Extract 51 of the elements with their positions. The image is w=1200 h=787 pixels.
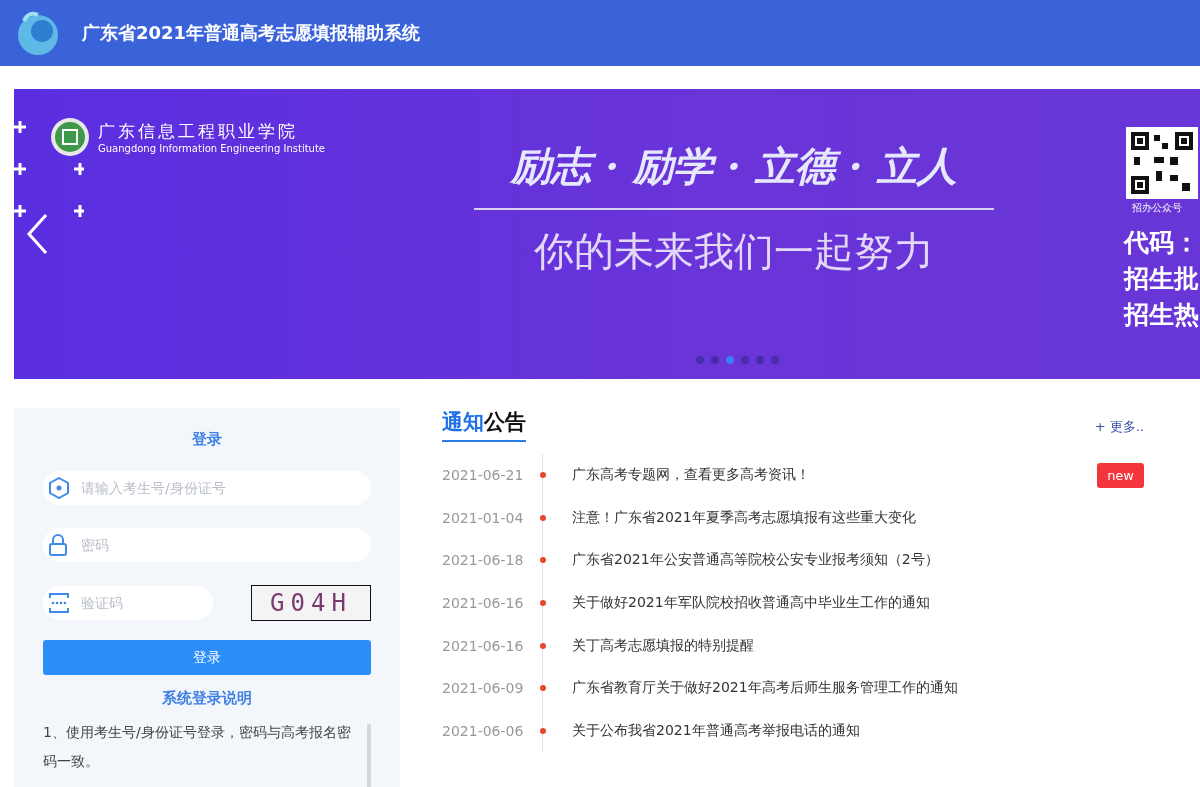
plus-pattern-icon (14, 119, 84, 219)
captcha-image[interactable]: G04H (251, 585, 371, 621)
slide-dot[interactable] (726, 356, 734, 364)
notice-date: 2021-06-21 (442, 467, 525, 484)
help-title: 系统登录说明 (162, 689, 252, 708)
notice-date: 2021-01-04 (442, 509, 525, 526)
timeline-dot (540, 642, 546, 649)
timeline-dot (540, 600, 546, 607)
timeline-dot (540, 472, 546, 479)
login-title: 登录 (192, 430, 222, 449)
input-field[interactable]: 密码 (43, 528, 371, 562)
notice-date: 2021-06-09 (442, 680, 525, 697)
timeline-dot (540, 514, 546, 521)
notice-link[interactable]: 广东高考专题网，查看更多高考资讯！ (572, 466, 1098, 485)
timeline-dot (540, 685, 546, 692)
timeline-dot (540, 727, 546, 734)
notice-date: 2021-06-16 (442, 595, 525, 612)
timeline-dot (540, 557, 546, 564)
notices-title: 通知公告 (442, 408, 526, 442)
banner-slogan: 励志 · 励学 · 立德 · 立人 (474, 139, 994, 210)
more-link[interactable]: + 更多.. (1094, 418, 1144, 436)
slide-dot[interactable] (756, 356, 764, 364)
notice-date: 2021-06-06 (442, 722, 525, 739)
system-title: 广东省2021年普通高考志愿填报辅助系统 (82, 21, 421, 45)
notice-date: 2021-06-16 (442, 637, 525, 654)
notice-link[interactable]: 关于做好2021年军队院校招收普通高中毕业生工作的通知 (572, 594, 1144, 613)
notice-link[interactable]: 广东省2021年公安普通高等院校公安专业报考须知（2号） (572, 551, 1144, 570)
input-field[interactable]: 请输入考生号/身份证号 (43, 471, 371, 505)
banner-subtitle: 你的未来我们一起努力 (534, 227, 934, 276)
qr-caption: 招办公众号 (1132, 201, 1182, 215)
banner-side-text: 招生批 (1124, 263, 1199, 295)
school-emblem-icon (50, 117, 90, 157)
slide-dot[interactable] (771, 356, 779, 364)
slide-dot[interactable] (696, 356, 704, 364)
banner-side-text: 招生热 (1124, 299, 1199, 331)
qr-code-icon (1126, 127, 1198, 199)
slide-dot[interactable] (711, 356, 719, 364)
school-name: 广东信息工程职业学院 (98, 120, 299, 143)
notice-date: 2021-06-18 (442, 552, 525, 569)
slide-dot[interactable] (741, 356, 749, 364)
notice-link[interactable]: 广东省教育厅关于做好2021年高考后师生服务管理工作的通知 (572, 679, 1144, 698)
scrollbar[interactable] (367, 724, 371, 787)
chevron-left-icon (26, 213, 48, 255)
school-name-english: Guangdong Information Engineering Institute (98, 143, 325, 154)
notice-link[interactable]: 关丁高考志愿填报的特别提醒 (572, 636, 1144, 655)
help-text: 1、使用考生号/身份证号登录，密码与高考报名密码一致。 (43, 723, 352, 771)
banner-side-text: 代码： (1124, 227, 1199, 259)
notice-link[interactable]: 注意！广东省2021年夏季高考志愿填报有这些重大变化 (572, 508, 1144, 527)
new-badge: new (1097, 462, 1144, 488)
input-field[interactable]: 验证码 (43, 586, 213, 620)
notice-link[interactable]: 关于公布我省2021年普通高考举报电话的通知 (572, 721, 1144, 740)
